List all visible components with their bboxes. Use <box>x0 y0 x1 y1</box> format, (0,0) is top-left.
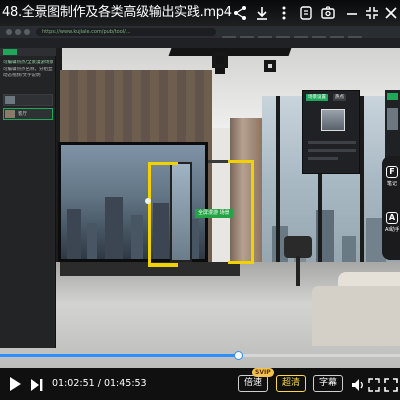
editor-left-heading: 可编辑热点/全景漫游场景 <box>3 60 53 65</box>
picture-in-picture-icon[interactable] <box>368 377 380 396</box>
playback-time: 01:02:51 / 01:45:53 <box>52 378 147 389</box>
editor-right-panel: 场景设置 热点 <box>302 90 360 174</box>
recorded-bookmarks <box>220 28 400 42</box>
editor-left-tab <box>3 49 17 55</box>
notes-label: 笔记 <box>386 181 397 187</box>
screenshot-icon[interactable] <box>320 5 336 21</box>
clip-icon[interactable] <box>298 5 314 21</box>
more-icon[interactable] <box>276 5 292 21</box>
subtitle-button[interactable]: 字幕 <box>313 375 344 392</box>
speed-button[interactable]: 倍速 <box>238 375 269 392</box>
browser-reload-icon <box>24 29 30 35</box>
floating-side-toolbar: F 笔记 A AI助手 <box>382 156 400 260</box>
editor-right-tab: 场景设置 <box>306 94 328 101</box>
browser-back-icon <box>6 29 12 35</box>
notes-button[interactable]: F 笔记 <box>385 166 399 187</box>
video-frame[interactable]: 全屏漫游 场景 https://www.kujiale.com/pub/tool… <box>0 0 400 368</box>
fullscreen-icon[interactable] <box>384 377 398 396</box>
hotspot-marker[interactable] <box>145 198 151 204</box>
close-icon[interactable] <box>383 5 399 21</box>
minimize-icon[interactable] <box>344 5 360 21</box>
annotation-bracket <box>148 264 178 267</box>
editor-right-thumbnail <box>321 109 345 131</box>
scene-chair-leg <box>296 256 300 286</box>
annotation-bracket <box>148 162 178 266</box>
ai-assistant-button[interactable]: A AI助手 <box>385 212 399 233</box>
editor-left-panel <box>0 48 56 348</box>
scene-pendant-light <box>212 52 228 68</box>
progress-bar[interactable] <box>0 351 400 360</box>
recorded-editor-toolbar <box>0 38 400 48</box>
scene-sofa <box>312 286 400 346</box>
player-top-bar: 48.全景图制作及各类高级输出实践.mp4 <box>0 0 400 26</box>
ai-assistant-label: AI助手 <box>385 227 399 233</box>
scene-beam <box>168 48 292 56</box>
video-player[interactable]: 全屏漫游 场景 https://www.kujiale.com/pub/tool… <box>0 0 400 400</box>
editor-left-hint: 动态视频/文字说明 <box>3 73 41 78</box>
notes-icon: F <box>386 166 398 178</box>
fullscreen-exit-icon[interactable] <box>364 5 380 21</box>
download-icon[interactable] <box>254 5 270 21</box>
play-button[interactable] <box>8 376 22 396</box>
share-icon[interactable] <box>232 5 248 21</box>
scene-chair <box>284 236 312 258</box>
editor-scene-item-label: 客厅 <box>18 112 27 117</box>
current-time: 01:02:51 <box>52 378 95 389</box>
ai-assistant-icon: A <box>386 212 398 224</box>
next-button[interactable] <box>30 377 44 396</box>
scene-pendant-light <box>264 60 276 72</box>
progress-fill <box>0 354 238 357</box>
hotspot-tag[interactable]: 全屏漫游 场景 <box>195 209 233 218</box>
volume-icon[interactable] <box>351 377 365 396</box>
recorded-browser-url: https://www.kujiale.com/pub/tool/... <box>36 28 216 36</box>
total-time: 01:45:53 <box>103 378 147 389</box>
svip-badge: SVIP <box>252 368 274 377</box>
video-title: 48.全景图制作及各类高级输出实践.mp4 <box>2 5 232 20</box>
editor-right-tab: 热点 <box>333 94 346 101</box>
editor-scene-item-selected: 客厅 <box>3 108 53 120</box>
progress-handle[interactable] <box>233 351 243 360</box>
editor-scene-item <box>3 94 53 106</box>
quality-button[interactable]: 超清 <box>276 375 307 392</box>
time-separator: / <box>97 378 101 389</box>
browser-forward-icon <box>15 29 21 35</box>
